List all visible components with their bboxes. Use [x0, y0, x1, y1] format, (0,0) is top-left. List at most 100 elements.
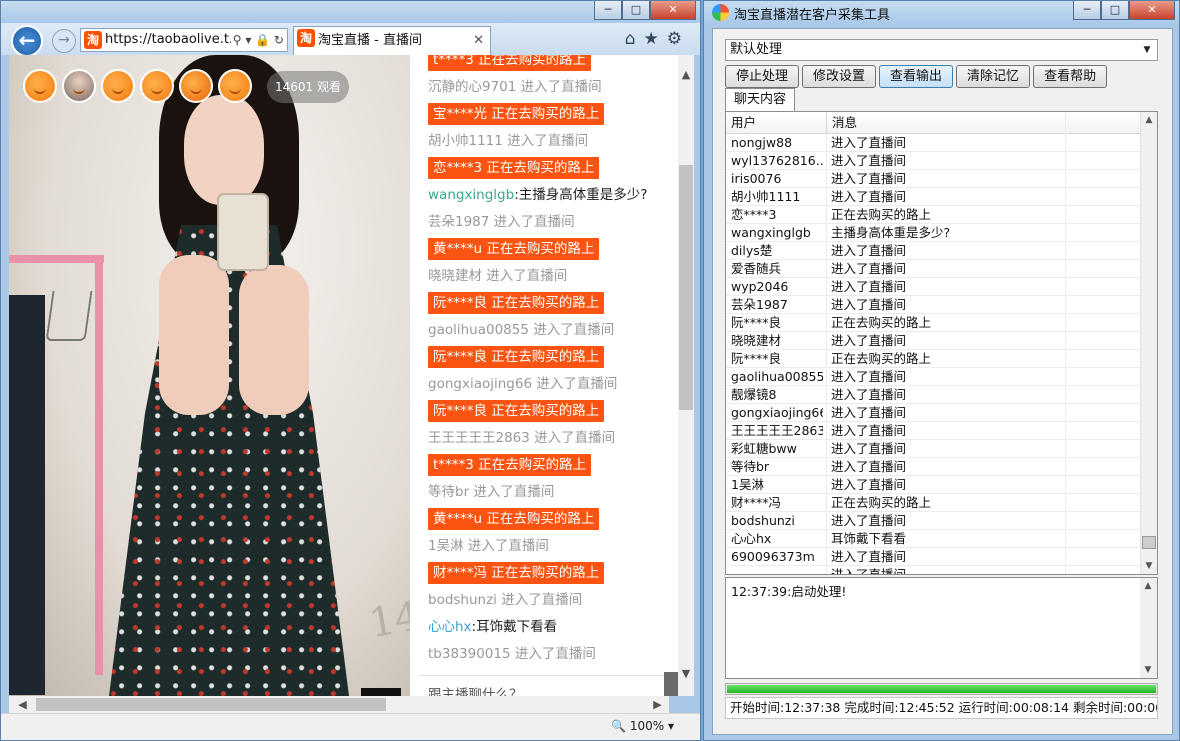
log-scrollbar[interactable]: ▲ ▼: [1140, 578, 1157, 678]
tool-minimize-button[interactable]: ─: [1073, 1, 1101, 20]
log-output[interactable]: 12:37:39:启动处理! ▲ ▼: [725, 577, 1158, 679]
progress-bar: [725, 683, 1158, 695]
table-row[interactable]: 晓晓建材 进入了直播间: [726, 332, 1140, 350]
tab-live-room[interactable]: 淘淘宝直播 - 直播间 ✕: [293, 26, 491, 55]
chevron-down-icon[interactable]: ▼: [1139, 41, 1155, 59]
cell-message: 进入了直播间: [831, 567, 907, 575]
table-row[interactable]: 财****冯 正在去购买的路上: [726, 494, 1140, 512]
settings-gear-icon[interactable]: ⚙: [667, 29, 690, 49]
chat-text: :主播身高体重是多少?: [514, 187, 648, 203]
chat-username[interactable]: wangxinglgb: [428, 187, 514, 203]
address-controls[interactable]: ⚲ ▾ 🔒 ↻: [230, 29, 284, 51]
chat-message: 阮****良 正在去购买的路上: [428, 400, 605, 422]
table-scrollbar[interactable]: ▲ ▼: [1140, 112, 1157, 574]
url-text: https://taobaolive.t...: [105, 32, 242, 47]
close-button[interactable]: ✕: [650, 1, 696, 20]
table-row[interactable]: 胡小帅1111 进入了直播间: [726, 188, 1140, 206]
chat-input-hint[interactable]: 跟主播聊什么？: [428, 683, 523, 696]
column-header-message[interactable]: 消息: [827, 112, 1066, 134]
table-row[interactable]: bodshunzi 进入了直播间: [726, 512, 1140, 530]
chat-message: gaolihua00855 进入了直播间: [428, 322, 615, 338]
table-row[interactable]: 阮****良 正在去购买的路上: [726, 314, 1140, 332]
table-row[interactable]: 1吴淋 进入了直播间: [726, 476, 1140, 494]
table-row[interactable]: wangxinglgb 主播身高体重是多少?: [726, 224, 1140, 242]
table-row[interactable]: 芸朵1987 进入了直播间: [726, 296, 1140, 314]
scroll-left-icon[interactable]: ◀: [14, 696, 31, 713]
table-row[interactable]: nongjw88 进入了直播间: [726, 134, 1140, 152]
table-row[interactable]: 阮****良 正在去购买的路上: [726, 350, 1140, 368]
table-row[interactable]: 爱香随兵 进入了直播间: [726, 260, 1140, 278]
table-row[interactable]: wyp2046 进入了直播间: [726, 278, 1140, 296]
host-arm-left: [159, 255, 229, 415]
scroll-up-icon[interactable]: ▲: [1140, 578, 1156, 594]
table-row[interactable]: gongxiaojing66 进入了直播间: [726, 404, 1140, 422]
table-scroll-thumb[interactable]: [1142, 536, 1156, 549]
stop-button[interactable]: 停止处理: [725, 65, 800, 88]
favorites-star-icon[interactable]: ★: [644, 29, 667, 49]
table-row[interactable]: 等待br 进入了直播间: [726, 458, 1140, 476]
clothes-rack: [9, 255, 104, 263]
scroll-down-icon[interactable]: ▼: [1141, 558, 1157, 574]
address-bar[interactable]: 淘 https://taobaolive.t... ⚲ ▾ 🔒 ↻: [80, 28, 288, 52]
tool-maximize-button[interactable]: □: [1101, 1, 1129, 20]
table-row[interactable]: 靓爆镜8 进入了直播间: [726, 386, 1140, 404]
column-divider: [826, 134, 827, 574]
table-row[interactable]: 彩虹糖bww 进入了直播间: [726, 440, 1140, 458]
page-horizontal-scrollbar[interactable]: ◀ ▶: [9, 696, 669, 713]
avatar[interactable]: [101, 69, 135, 103]
forward-button[interactable]: →: [52, 29, 76, 53]
table-row[interactable]: wyl13762816... 进入了直播间: [726, 152, 1140, 170]
table-row[interactable]: 690096373m 进入了直播间: [726, 548, 1140, 566]
column-header-user[interactable]: 用户: [726, 112, 827, 134]
table-row[interactable]: 恋****3 正在去购买的路上: [726, 206, 1140, 224]
table-row[interactable]: dilys楚 进入了直播间: [726, 242, 1140, 260]
settings-button[interactable]: 修改设置: [802, 65, 877, 88]
avatar[interactable]: [23, 69, 57, 103]
host-face: [184, 95, 264, 205]
chat-send-button[interactable]: [664, 672, 678, 696]
chat-message: 1吴淋 进入了直播间: [428, 538, 549, 554]
scroll-thumb[interactable]: [679, 165, 693, 410]
scroll-right-icon[interactable]: ▶: [649, 696, 666, 713]
table-row[interactable]: iris0076 进入了直播间: [726, 170, 1140, 188]
scroll-down-icon[interactable]: ▼: [1140, 662, 1156, 678]
maximize-button[interactable]: □: [622, 1, 650, 20]
avatar[interactable]: [179, 69, 213, 103]
cell-user: 1吴淋: [731, 477, 764, 492]
page-vertical-scrollbar[interactable]: ▲ ▼: [678, 55, 694, 696]
minimize-button[interactable]: ─: [594, 1, 622, 20]
chat-message: gongxiaojing66 进入了直播间: [428, 376, 618, 392]
cell-user: wyl13762816...: [731, 153, 823, 168]
zoom-control[interactable]: 🔍 100% ▾: [611, 719, 674, 733]
phone-in-hand: [217, 193, 269, 271]
avatar[interactable]: [140, 69, 174, 103]
avatar[interactable]: [218, 69, 252, 103]
chat-username[interactable]: 心心hx: [428, 619, 472, 635]
tab-chat-content[interactable]: 聊天内容: [725, 88, 796, 111]
table-row[interactable]: 心心hx 耳饰戴下看看: [726, 530, 1140, 548]
chat-message: 芸朵1987 进入了直播间: [428, 214, 575, 230]
tool-close-button[interactable]: ✕: [1129, 1, 1175, 20]
scroll-up-icon[interactable]: ▲: [1141, 112, 1157, 128]
avatar[interactable]: [62, 69, 96, 103]
cell-message: 进入了直播间: [831, 261, 907, 276]
mode-select[interactable]: 默认处理 ▼: [725, 39, 1158, 61]
scroll-up-icon[interactable]: ▲: [678, 67, 694, 83]
table-row[interactable]: 进入了直播间: [726, 566, 1140, 575]
live-video[interactable]: 143 14601 观看: [9, 55, 410, 696]
view-output-button[interactable]: 查看输出: [879, 65, 954, 88]
tab-close-icon[interactable]: ✕: [473, 27, 484, 54]
cell-user: 靓爆镜8: [731, 387, 777, 402]
clear-memory-button[interactable]: 清除记忆: [956, 65, 1031, 88]
chat-message: t****3 正在去购买的路上: [428, 454, 592, 476]
table-row[interactable]: 王王王王王2863 进入了直播间: [726, 422, 1140, 440]
cell-message: 进入了直播间: [831, 387, 907, 402]
hscroll-thumb[interactable]: [36, 698, 386, 711]
home-icon[interactable]: ⌂: [625, 29, 644, 49]
cell-message: 进入了直播间: [831, 171, 907, 186]
table-row[interactable]: gaolihua00855 进入了直播间: [726, 368, 1140, 386]
back-button[interactable]: ←: [11, 25, 43, 57]
scroll-down-icon[interactable]: ▼: [678, 666, 694, 682]
help-button[interactable]: 查看帮助: [1033, 65, 1108, 88]
cell-message: 进入了直播间: [831, 279, 907, 294]
